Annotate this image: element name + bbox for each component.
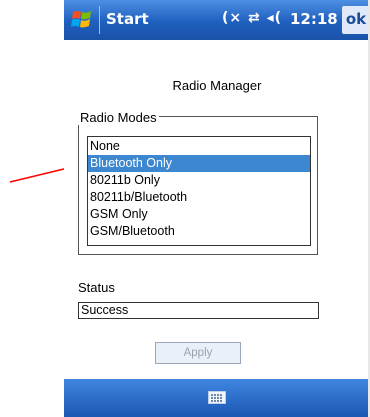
start-menu-label[interactable]: Start [106, 10, 149, 28]
ok-button[interactable]: ok [342, 6, 370, 34]
keyboard-icon[interactable] [208, 391, 226, 404]
list-item[interactable]: 80211b/Bluetooth [88, 189, 310, 206]
status-label: Status [78, 280, 115, 295]
page-title: Radio Manager [172, 78, 262, 93]
apply-button[interactable]: Apply [155, 342, 241, 364]
list-item[interactable]: GSM/Bluetooth [88, 223, 310, 240]
bottom-bar [64, 379, 370, 417]
connectivity-icons[interactable]: (× ⇄ ◂( [222, 10, 282, 26]
title-bar: Start (× ⇄ ◂( 12:18 ok [64, 0, 370, 40]
windows-flag-icon[interactable] [70, 8, 96, 32]
radio-modes-list[interactable]: None Bluetooth Only 80211b Only 80211b/B… [87, 136, 311, 246]
device-screen: Start (× ⇄ ◂( 12:18 ok Radio Manager Rad… [64, 0, 370, 417]
clock[interactable]: 12:18 [290, 10, 338, 28]
list-item-selected[interactable]: Bluetooth Only [88, 155, 310, 172]
title-separator [99, 6, 100, 34]
list-item[interactable]: 80211b Only [88, 172, 310, 189]
list-item[interactable]: GSM Only [88, 206, 310, 223]
radio-modes-label: Radio Modes [78, 110, 159, 125]
status-field: Success [78, 302, 319, 319]
list-item[interactable]: None [88, 138, 310, 155]
